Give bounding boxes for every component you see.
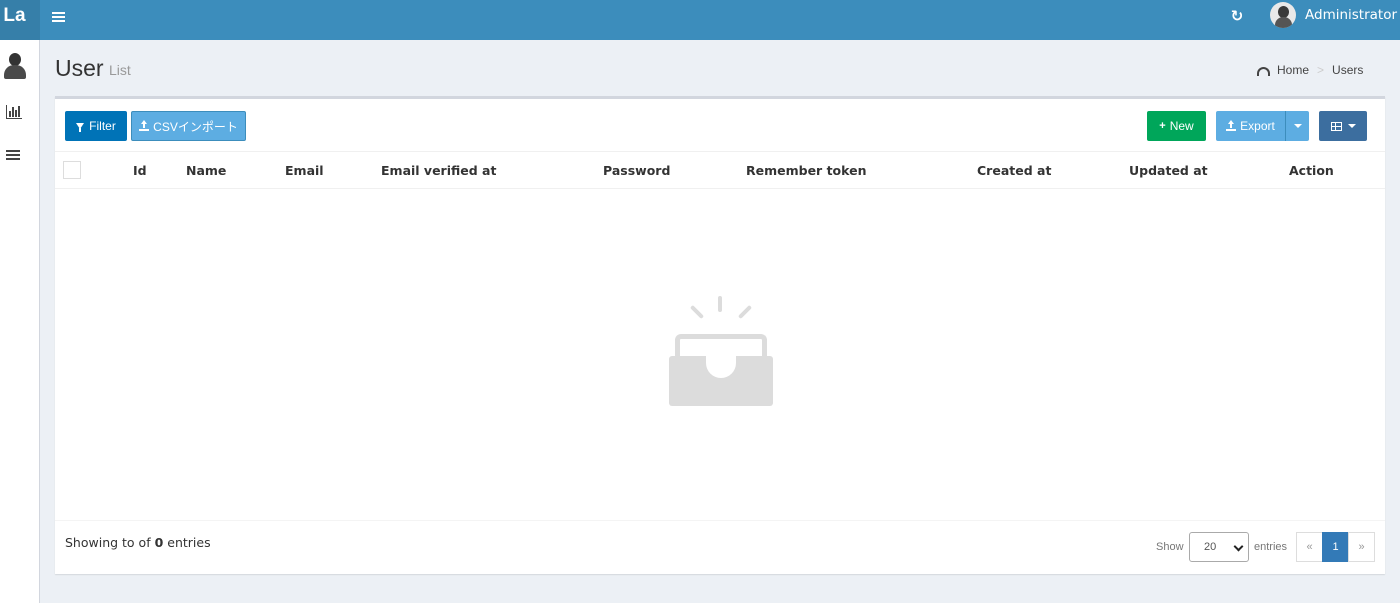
sidebar-avatar xyxy=(3,53,27,81)
upload-icon xyxy=(139,120,150,131)
per-page-value: 20 xyxy=(1204,541,1217,553)
empty-inbox-icon xyxy=(667,296,777,412)
pagination-page-current[interactable]: 1 xyxy=(1322,532,1349,562)
column-header[interactable]: Remember token xyxy=(746,163,867,178)
entries-summary: Showing to of 0 entries xyxy=(65,535,211,550)
entries-label: entries xyxy=(1254,541,1288,553)
column-header[interactable]: Id xyxy=(133,163,147,178)
dashboard-icon xyxy=(1257,66,1270,76)
chevron-down-icon xyxy=(1233,541,1244,552)
select-all-checkbox[interactable] xyxy=(63,161,81,179)
column-header[interactable]: Email xyxy=(285,163,324,178)
export-button[interactable]: Export xyxy=(1216,111,1285,141)
sidebar xyxy=(0,40,40,603)
entries-summary-prefix: Showing to of xyxy=(65,535,151,550)
new-button[interactable]: + New xyxy=(1147,111,1206,141)
show-label: Show xyxy=(1156,541,1184,553)
column-header[interactable]: Name xyxy=(186,163,226,178)
top-header: La ↻ Administrator xyxy=(0,0,1400,40)
entries-total: 0 xyxy=(154,535,164,550)
new-button-label: New xyxy=(1169,119,1194,133)
pagination: « 1 » xyxy=(1296,532,1375,562)
breadcrumb: Home > Users xyxy=(1257,63,1363,77)
column-header[interactable]: Updated at xyxy=(1129,163,1208,178)
user-menu[interactable]: Administrator xyxy=(1270,2,1398,28)
bar-chart-icon[interactable] xyxy=(6,105,22,119)
column-header[interactable]: Email verified at xyxy=(381,163,496,178)
breadcrumb-home[interactable]: Home xyxy=(1277,63,1309,77)
filter-icon xyxy=(76,123,85,132)
footer-divider xyxy=(55,520,1385,521)
page-title: User xyxy=(55,55,104,81)
hamburger-icon[interactable] xyxy=(52,10,68,24)
column-header[interactable]: Password xyxy=(603,163,670,178)
table-columns-icon xyxy=(1330,121,1342,131)
pagination-next[interactable]: » xyxy=(1348,532,1375,562)
column-header: Action xyxy=(1289,163,1334,178)
entries-summary-suffix: entries xyxy=(167,535,211,550)
caret-down-icon xyxy=(1347,124,1356,128)
csv-import-label: CSVインポート xyxy=(153,119,238,134)
filter-button-label: Filter xyxy=(89,119,116,133)
export-button-label: Export xyxy=(1240,119,1275,133)
column-header[interactable]: Created at xyxy=(977,163,1051,178)
filter-button[interactable]: Filter xyxy=(65,111,127,141)
user-name: Administrator xyxy=(1305,7,1398,23)
columns-selector-button[interactable] xyxy=(1319,111,1367,141)
users-grid-box: Filter CSVインポート + New Export Id Name Ema… xyxy=(55,96,1385,574)
pagination-prev[interactable]: « xyxy=(1296,532,1323,562)
caret-down-icon xyxy=(1293,124,1302,128)
refresh-icon[interactable]: ↻ xyxy=(1228,8,1246,26)
page-subtitle: List xyxy=(109,62,131,78)
plus-icon: + xyxy=(1159,120,1166,132)
table-icon[interactable] xyxy=(6,150,22,164)
csv-import-button[interactable]: CSVインポート xyxy=(131,111,246,141)
breadcrumb-current: Users xyxy=(1332,63,1364,77)
export-dropdown-toggle[interactable] xyxy=(1285,111,1309,141)
avatar xyxy=(1270,2,1296,28)
download-icon xyxy=(1226,120,1237,131)
breadcrumb-separator: > xyxy=(1317,63,1325,77)
per-page-select[interactable]: 20 xyxy=(1189,532,1249,562)
table-header: Id Name Email Email verified at Password… xyxy=(55,151,1385,189)
app-logo[interactable]: La xyxy=(0,0,40,40)
